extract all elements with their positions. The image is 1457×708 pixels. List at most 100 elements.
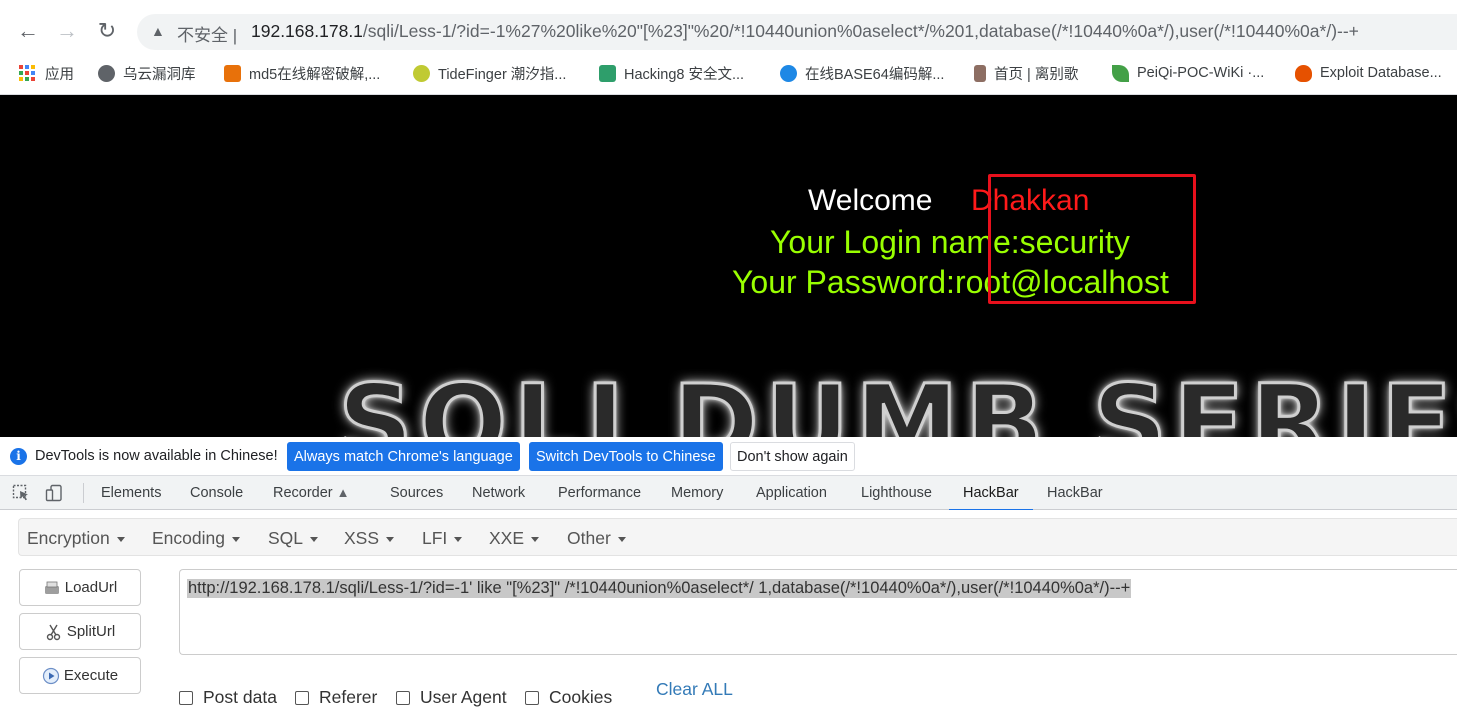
url-path: /sqli/Less-1/?id=-1%27%20like%20"[%23]"%… — [362, 21, 1359, 41]
switch-to-chinese-button[interactable]: Switch DevTools to Chinese — [529, 442, 723, 471]
bookmark-label: 应用 — [45, 66, 74, 83]
execute-button[interactable]: Execute — [19, 657, 141, 694]
bookmark-hacking8[interactable]: Hacking8 安全文... — [599, 62, 744, 84]
url-host: 192.168.178.1 — [251, 21, 363, 41]
load-url-button[interactable]: LoadUrl — [19, 569, 141, 606]
bookmark-wooyun[interactable]: 乌云漏洞库 — [98, 62, 196, 84]
bookmark-favicon-icon — [974, 64, 986, 82]
bookmark-label: Exploit Database... — [1320, 65, 1442, 81]
play-icon — [42, 667, 59, 684]
load-url-label: LoadUrl — [64, 579, 118, 596]
tab-performance[interactable]: Performance — [558, 476, 641, 510]
split-url-label: SplitUrl — [66, 623, 116, 640]
apps-grid-icon — [19, 65, 35, 81]
forward-arrow-icon[interactable]: → — [53, 16, 81, 46]
split-url-button[interactable]: SplitUrl — [19, 613, 141, 650]
menu-xss[interactable]: XSS — [344, 528, 395, 549]
bookmark-tidefinger[interactable]: TideFinger 潮汐指... — [413, 62, 566, 84]
dont-show-again-button[interactable]: Don't show again — [730, 442, 855, 471]
url-textarea[interactable]: http://192.168.178.1/sqli/Less-1/?id=-1'… — [179, 569, 1457, 655]
page-content: Welcome Dhakkan Your Login name:security… — [0, 95, 1457, 437]
menu-label: Encryption — [27, 528, 110, 548]
sqli-dumb-series-banner: SQLI DUMB SERIES — [337, 362, 1457, 438]
leaf-icon — [1112, 64, 1129, 82]
bookmark-label: md5在线解密破解,... — [249, 66, 381, 83]
bookmarks-bar: 应用 乌云漏洞库 md5在线解密破解,... TideFinger 潮汐指...… — [0, 62, 1457, 95]
devtools-language-infobar: i DevTools is now available in Chinese! … — [0, 437, 1457, 476]
checkbox-box[interactable] — [179, 690, 193, 705]
bookmark-apps[interactable]: 应用 — [19, 62, 74, 84]
menu-label: LFI — [422, 528, 448, 548]
checkbox-box[interactable] — [396, 690, 410, 705]
bookmark-favicon-icon — [599, 64, 616, 82]
tab-network[interactable]: Network — [472, 476, 525, 510]
back-arrow-icon[interactable]: ← — [14, 16, 42, 46]
menu-encryption[interactable]: Encryption — [27, 528, 125, 549]
caret-down-icon — [454, 536, 463, 542]
tab-elements[interactable]: Elements — [101, 476, 161, 510]
menu-encoding[interactable]: Encoding — [152, 528, 240, 549]
menu-label: XXE — [489, 528, 525, 548]
bookmark-label: 乌云漏洞库 — [123, 66, 196, 83]
tab-console[interactable]: Console — [190, 476, 243, 510]
menu-other[interactable]: Other — [567, 528, 626, 549]
bookmark-label: 在线BASE64编码解... — [805, 66, 945, 83]
bookmark-peiqi[interactable]: PeiQi-POC-WiKi ·... — [1112, 62, 1264, 84]
inspect-element-icon[interactable] — [12, 484, 30, 502]
reload-icon[interactable]: ↻ — [93, 16, 121, 46]
toolbar-divider — [83, 483, 84, 503]
scissors-icon — [46, 624, 61, 640]
devtools-tab-strip: Elements Console Recorder ▲ Sources Netw… — [0, 476, 1457, 511]
address-bar[interactable]: ▲ 不安全 | 192.168.178.1/sqli/Less-1/?id=-1… — [137, 14, 1457, 50]
always-match-language-button[interactable]: Always match Chrome's language — [287, 442, 520, 471]
load-url-icon — [44, 581, 59, 594]
tab-hackbar-active[interactable]: HackBar — [949, 476, 1033, 511]
menu-label: Encoding — [152, 528, 225, 548]
welcome-text: Welcome — [808, 184, 933, 217]
caret-down-icon — [617, 536, 626, 542]
bookmark-label: TideFinger 潮汐指... — [438, 66, 567, 83]
highlight-annotation-box — [988, 174, 1196, 304]
bookmark-label: PeiQi-POC-WiKi ·... — [1137, 65, 1265, 81]
clear-all-link[interactable]: Clear ALL — [656, 679, 733, 700]
infobar-message: DevTools is now available in Chinese! — [35, 448, 278, 464]
bookmark-base64[interactable]: 在线BASE64编码解... — [780, 62, 944, 84]
info-icon: i — [10, 448, 27, 465]
tab-memory[interactable]: Memory — [671, 476, 723, 510]
warning-triangle-icon[interactable]: ▲ — [151, 23, 165, 39]
hackbar-panel: Encryption Encoding SQL XSS LFI XXE Othe… — [0, 510, 1457, 707]
bookmark-favicon-icon — [98, 64, 115, 82]
tab-lighthouse[interactable]: Lighthouse — [861, 476, 932, 510]
device-toolbar-icon[interactable] — [45, 484, 63, 502]
address-url[interactable]: 192.168.178.1/sqli/Less-1/?id=-1%27%20li… — [251, 21, 1359, 42]
caret-down-icon — [310, 536, 319, 542]
bookmark-label: Hacking8 安全文... — [624, 66, 745, 83]
tab-recorder[interactable]: Recorder ▲ — [273, 476, 350, 510]
tab-sources[interactable]: Sources — [390, 476, 443, 510]
bookmark-exploitdb[interactable]: Exploit Database... — [1295, 62, 1442, 84]
bookmark-md5[interactable]: md5在线解密破解,... — [224, 62, 380, 84]
checkbox-box[interactable] — [295, 690, 309, 705]
menu-sql[interactable]: SQL — [268, 528, 319, 549]
caret-down-icon — [231, 536, 240, 542]
security-label: 不安全 — [177, 26, 228, 45]
tab-recorder-label: Recorder — [273, 485, 333, 501]
bookmark-label: 首页 | 离别歌 — [994, 66, 1079, 83]
checkbox-box[interactable] — [525, 690, 539, 705]
bookmark-favicon-icon — [224, 64, 241, 82]
menu-label: Other — [567, 528, 611, 548]
execute-label: Execute — [63, 667, 119, 684]
flask-icon: ▲ — [336, 485, 350, 500]
hackbar-menu-bar: Encryption Encoding SQL XSS LFI XXE Othe… — [18, 518, 1457, 556]
menu-lfi[interactable]: LFI — [422, 528, 463, 549]
caret-down-icon — [116, 536, 125, 542]
url-textarea-value: http://192.168.178.1/sqli/Less-1/?id=-1'… — [187, 579, 1132, 598]
tab-hackbar[interactable]: HackBar — [1047, 476, 1103, 510]
fingerprint-icon — [413, 64, 430, 82]
menu-label: SQL — [268, 528, 304, 548]
menu-xxe[interactable]: XXE — [489, 528, 540, 549]
tab-application[interactable]: Application — [756, 476, 827, 510]
menu-label: XSS — [344, 528, 380, 548]
browser-toolbar: ← → ↻ ▲ 不安全 | 192.168.178.1/sqli/Less-1/… — [0, 0, 1457, 62]
bookmark-lbg[interactable]: 首页 | 离别歌 — [974, 62, 1078, 84]
